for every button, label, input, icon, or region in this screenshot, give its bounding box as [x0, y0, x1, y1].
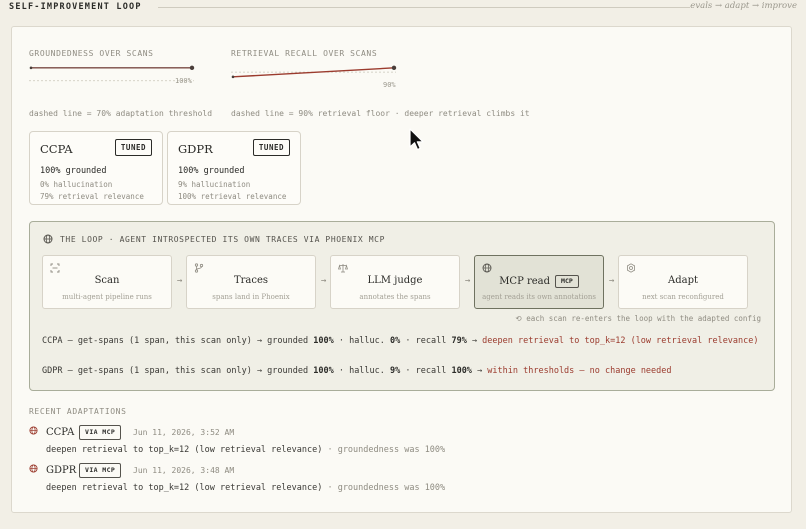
loop-box: THE LOOP · AGENT INTROSPECTED ITS OWN TR… [29, 221, 775, 391]
loop-step-traces[interactable]: Traces spans land in Phoenix [186, 255, 316, 309]
retrieval-recall-label: RETRIEVAL RECALL OVER SCANS [231, 49, 378, 58]
step-name: LLM judge [367, 275, 423, 286]
loop-heading: THE LOOP · AGENT INTROSPECTED ITS OWN TR… [60, 235, 385, 244]
trace-prefix: GDPR — get-spans (1 span, this scan only… [42, 366, 314, 376]
series-point [231, 75, 235, 79]
trace-line-ccpa: CCPA — get-spans (1 span, this scan only… [42, 334, 762, 348]
regulation-name: GDPR [178, 142, 213, 156]
trace-action: within thresholds — no change needed [487, 366, 672, 376]
reenter-note-text: each scan re-enters the loop with the ad… [526, 314, 761, 323]
tuned-badge: TUNED [114, 139, 152, 156]
step-desc: annotates the spans [359, 293, 431, 301]
step-name-text: MCP read [499, 276, 551, 287]
adaptation-name: CCPA [46, 427, 75, 438]
trace-line-gdpr: GDPR — get-spans (1 span, this scan only… [42, 364, 762, 378]
trace-action: deepen retrieval to top_k=12 (low retrie… [482, 336, 759, 346]
adaptation-desc: deepen retrieval to top_k=12 (low retrie… [46, 445, 445, 455]
relevance-stat: 79% retrieval relevance [40, 192, 144, 201]
series-point [29, 66, 33, 70]
adaptation-item-ccpa[interactable]: CCPA VIA MCP Jun 11, 2026, 3:52 AM deepe… [29, 425, 749, 459]
trace-sep: · halluc. [333, 366, 391, 376]
globe-icon [43, 234, 53, 244]
trace-recall: 79% [451, 336, 467, 346]
groundedness-note: dashed line = 70% adaptation threshold [29, 109, 213, 118]
loop-step-mcp-read[interactable]: MCP read MCP agent reads its own annotati… [474, 255, 604, 309]
adaptation-action: deepen retrieval to top_k=12 (low retrie… [46, 445, 323, 455]
trace-sep: · recall [400, 336, 452, 346]
regulation-card-ccpa[interactable]: CCPA TUNED 100% grounded 0% hallucinatio… [29, 131, 163, 205]
scales-icon [338, 264, 348, 273]
arrow-icon: → [465, 276, 471, 286]
relevance-stat: 100% retrieval relevance [178, 192, 287, 201]
adaptation-item-gdpr[interactable]: GDPR VIA MCP Jun 11, 2026, 3:48 AM deepe… [29, 463, 749, 497]
groundedness-label: GROUNDEDNESS OVER SCANS [29, 49, 154, 58]
groundedness-value: 100% [175, 77, 192, 85]
globe-icon [29, 464, 38, 473]
series-point [391, 65, 397, 71]
page-title: SELF-IMPROVEMENT LOOP [9, 2, 142, 12]
via-mcp-badge: VIA MCP [79, 463, 122, 478]
arrow-icon: → [609, 276, 615, 286]
trace-sep: · recall [400, 366, 452, 376]
gear-icon [627, 263, 635, 273]
step-name: Adapt [667, 275, 698, 286]
series-point [189, 65, 195, 71]
step-name: Scan [94, 275, 120, 286]
scan-icon [50, 263, 60, 273]
adaptation-name: GDPR [46, 465, 77, 476]
tuned-badge: TUNED [252, 139, 290, 156]
via-mcp-badge: VIA MCP [79, 425, 122, 440]
trace-grounded: 100% [313, 366, 334, 376]
loop-step-scan[interactable]: Scan multi-agent pipeline runs [42, 255, 172, 309]
step-name: Traces [233, 275, 269, 286]
page-tagline: evals → adapt → improve [690, 1, 797, 11]
adaptation-time: Jun 11, 2026, 3:52 AM [133, 428, 235, 437]
main-panel: GROUNDEDNESS OVER SCANS 100% dashed line… [11, 26, 792, 513]
trace-grounded: 100% [313, 336, 334, 346]
globe-icon [29, 426, 38, 435]
branch-icon [194, 263, 204, 273]
mcp-badge: MCP [555, 275, 579, 288]
loop-step-adapt[interactable]: Adapt next scan reconfigured [618, 255, 748, 309]
hallucination-stat: 0% hallucination [40, 180, 113, 189]
retrieval-recall-note: dashed line = 90% retrieval floor · deep… [231, 109, 530, 118]
trace-arrow: → [466, 336, 483, 346]
step-desc: multi-agent pipeline runs [62, 293, 152, 301]
top-bar: SELF-IMPROVEMENT LOOP evals → adapt → im… [0, 0, 806, 16]
adaptation-time: Jun 11, 2026, 3:48 AM [133, 466, 235, 475]
grounded-stat: 100% grounded [40, 166, 107, 176]
trace-sep: · halluc. [333, 336, 391, 346]
trace-halluc: 0% [390, 336, 401, 346]
title-divider [158, 7, 690, 8]
loop-back-icon: ⟲ [515, 314, 522, 323]
loop-step-llm-judge[interactable]: LLM judge annotates the spans [330, 255, 460, 309]
hallucination-stat: 9% hallucination [178, 180, 251, 189]
trace-prefix: CCPA — get-spans (1 span, this scan only… [42, 336, 314, 346]
step-name: MCP read MCP [475, 275, 603, 288]
step-desc: spans land in Phoenix [212, 293, 290, 301]
arrow-icon: → [321, 276, 327, 286]
step-desc: next scan reconfigured [642, 293, 724, 301]
arrow-icon: → [177, 276, 183, 286]
adaptation-detail: · groundedness was 100% [322, 483, 446, 493]
reenter-note: ⟲ each scan re-enters the loop with the … [515, 314, 761, 323]
trace-recall: 100% [451, 366, 472, 376]
trace-halluc: 9% [390, 366, 401, 376]
regulation-name: CCPA [40, 142, 73, 156]
retrieval-recall-value: 90% [383, 81, 396, 89]
globe-icon [482, 263, 492, 273]
adaptation-action: deepen retrieval to top_k=12 (low retrie… [46, 483, 323, 493]
adaptation-desc: deepen retrieval to top_k=12 (low retrie… [46, 483, 445, 493]
regulation-card-gdpr[interactable]: GDPR TUNED 100% grounded 9% hallucinatio… [167, 131, 301, 205]
trace-arrow: → [471, 366, 488, 376]
retrieval-recall-sparkline [231, 65, 397, 79]
recent-adaptations-label: RECENT ADAPTATIONS [29, 407, 127, 416]
grounded-stat: 100% grounded [178, 166, 245, 176]
groundedness-sparkline [29, 65, 195, 82]
adaptation-detail: · groundedness was 100% [322, 445, 446, 455]
series-line [232, 67, 395, 78]
mouse-cursor-icon [409, 128, 424, 151]
step-desc: agent reads its own annotations [482, 293, 596, 301]
